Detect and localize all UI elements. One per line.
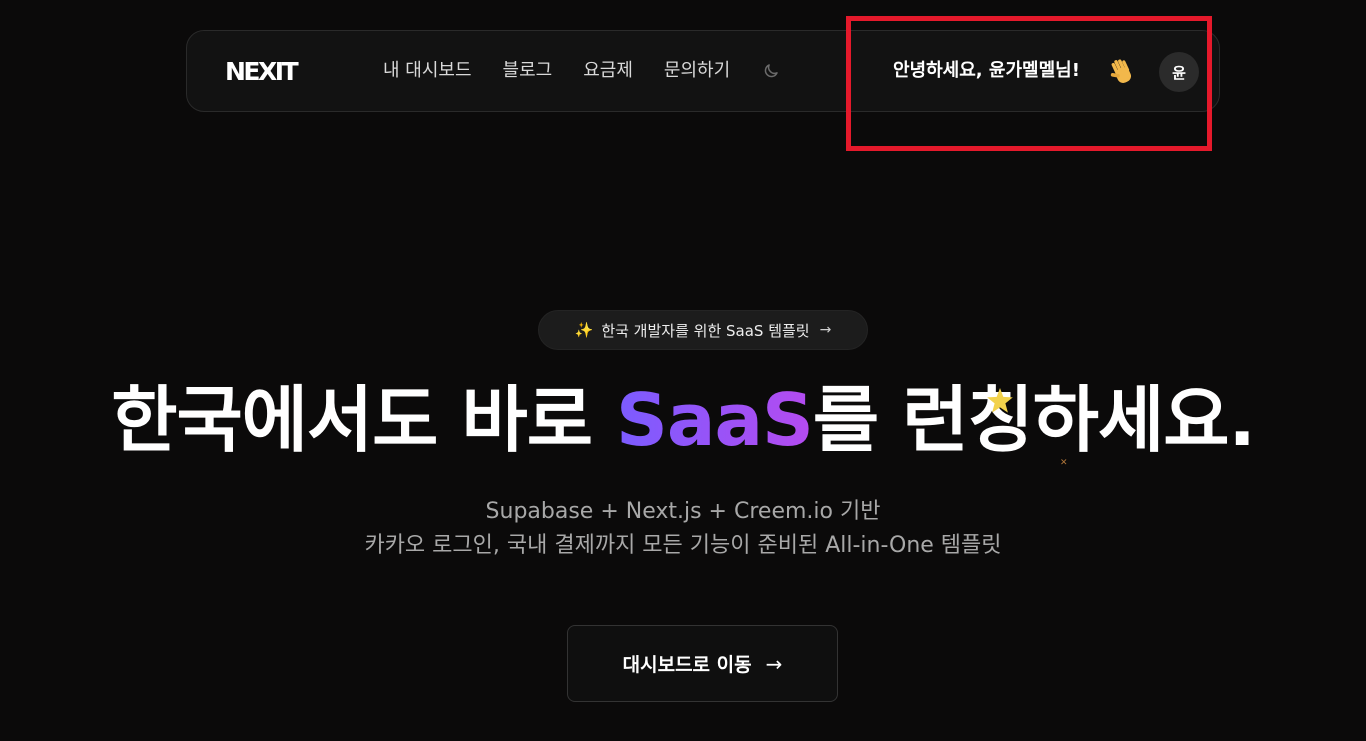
nav-link-pricing[interactable]: 요금제: [583, 59, 633, 83]
badge-text: 한국 개발자를 위한 SaaS 템플릿: [601, 321, 810, 340]
nav-links: 내 대시보드 블로그 요금제 문의하기: [383, 59, 782, 83]
top-navbar: NEXIT 내 대시보드 블로그 요금제 문의하기 안녕하세요, 윤가멜멜님! …: [186, 30, 1220, 112]
sparkles-icon: ✨: [574, 321, 594, 339]
cta-label: 대시보드로 이동: [622, 654, 752, 676]
nav-link-contact[interactable]: 문의하기: [664, 59, 730, 83]
hero-subtitle: Supabase + Next.js + Creem.io 기반 카카오 로그인…: [0, 495, 1366, 563]
waving-hand-icon: [1107, 57, 1137, 87]
user-avatar[interactable]: 윤: [1159, 52, 1199, 92]
arrow-right-icon: →: [819, 322, 832, 338]
hero-badge[interactable]: ✨ 한국 개발자를 위한 SaaS 템플릿 →: [538, 310, 868, 350]
nexit-logo[interactable]: NEXIT: [225, 59, 299, 84]
user-greeting: 안녕하세요, 윤가멜멜님!: [893, 60, 1080, 81]
headline-accent: SaaS: [616, 378, 814, 462]
headline-part1: 한국에서도 바로: [111, 378, 617, 462]
go-to-dashboard-button[interactable]: 대시보드로 이동 →: [567, 625, 838, 702]
headline-part2: 를: [812, 378, 903, 462]
subtitle-line1: Supabase + Next.js + Creem.io 기반: [485, 499, 881, 524]
headline-part3: 하세요.: [1032, 378, 1256, 462]
hero-headline: 한국에서도 바로 SaaS를 런칭하세요.: [0, 376, 1366, 464]
arrow-right-icon: →: [765, 651, 783, 676]
subtitle-line2: 카카오 로그인, 국내 결제까지 모든 기능이 준비된 All-in-One 템…: [364, 533, 1002, 558]
sparkle-dot-icon: ✕: [1060, 458, 1068, 468]
moon-icon[interactable]: [760, 60, 782, 82]
nav-link-blog[interactable]: 블로그: [503, 59, 553, 83]
nav-link-dashboard[interactable]: 내 대시보드: [383, 59, 472, 83]
star-icon: [985, 386, 1015, 416]
